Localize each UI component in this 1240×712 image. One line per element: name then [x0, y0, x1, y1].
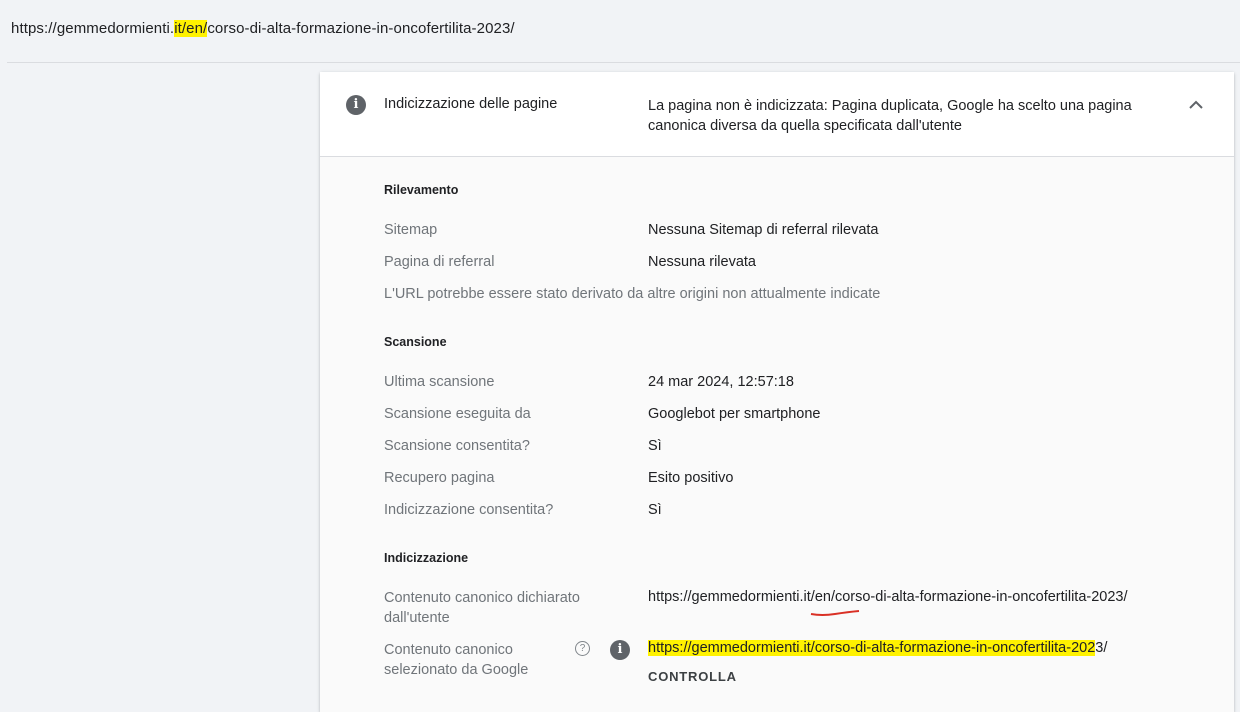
left-pane — [0, 63, 320, 705]
help-icon[interactable]: ? — [575, 641, 590, 656]
row-value-indicizzazione-consentita: Sì — [648, 502, 662, 518]
row-label-ultima-scansione: Ultima scansione — [384, 374, 495, 390]
row-value-sitemap: Nessuna Sitemap di referral rilevata — [648, 222, 879, 238]
canonico-google-value: https://gemmedormienti.it/corso-di-alta-… — [648, 640, 1107, 656]
url-highlight: it/en/ — [174, 20, 208, 37]
row-label-referral: Pagina di referral — [384, 254, 495, 270]
row-value-ultima-scansione: 24 mar 2024, 12:57:18 — [648, 374, 794, 390]
row-label-scansione-consentita: Scansione consentita? — [384, 438, 530, 454]
canonico-utente-line1: Contenuto canonico dichiarato — [384, 590, 580, 606]
row-value-scansione-consentita: Sì — [648, 438, 662, 454]
canonico-google-rest: 3/ — [1095, 640, 1108, 656]
row-label-eseguita-da: Scansione eseguita da — [384, 406, 531, 422]
card-header[interactable]: i Indicizzazione delle pagine La pagina … — [320, 72, 1234, 157]
controlla-button[interactable]: CONTROLLA — [648, 669, 737, 684]
canonico-google-line2: selezionato da Google — [384, 662, 529, 678]
rilevamento-note: L'URL potrebbe essere stato derivato da … — [384, 286, 881, 302]
row-value-eseguita-da: Googlebot per smartphone — [648, 406, 821, 422]
header-status: La pagina non è indicizzata: Pagina dupl… — [648, 98, 1132, 134]
url-bar: https://gemmedormienti.it/en/corso-di-al… — [0, 0, 1240, 62]
red-underline-annotation — [810, 610, 860, 616]
url-suffix: corso-di-alta-formazione-in-oncofertilit… — [207, 20, 515, 37]
row-label-sitemap: Sitemap — [384, 222, 438, 238]
chevron-up-icon[interactable] — [1186, 97, 1206, 113]
info-icon: i — [346, 95, 366, 115]
row-label-canonico-google: Contenuto canonico selezionato da Google — [384, 640, 528, 680]
section-title-rilevamento: Rilevamento — [384, 183, 459, 197]
canonico-google-highlight: https://gemmedormienti.it/corso-di-alta-… — [648, 640, 1096, 656]
row-label-canonico-utente: Contenuto canonico dichiarato dall'utent… — [384, 588, 580, 628]
info-icon[interactable]: i — [610, 640, 630, 660]
row-label-recupero-pagina: Recupero pagina — [384, 470, 495, 486]
row-value-recupero-pagina: Esito positivo — [648, 470, 734, 486]
canonico-utente-value: https://gemmedormienti.it/en/corso-di-al… — [648, 589, 1128, 605]
url-prefix: https://gemmedormienti. — [11, 20, 175, 37]
header-label: Indicizzazione delle pagine — [384, 96, 558, 112]
canonico-google-line1: Contenuto canonico — [384, 642, 513, 658]
section-title-scansione: Scansione — [384, 335, 447, 349]
inspection-card: i Indicizzazione delle pagine La pagina … — [320, 72, 1234, 712]
section-title-indicizzazione: Indicizzazione — [384, 551, 469, 565]
row-label-indicizzazione-consentita: Indicizzazione consentita? — [384, 502, 554, 518]
row-value-referral: Nessuna rilevata — [648, 254, 756, 270]
canonico-utente-line2: dall'utente — [384, 610, 450, 626]
